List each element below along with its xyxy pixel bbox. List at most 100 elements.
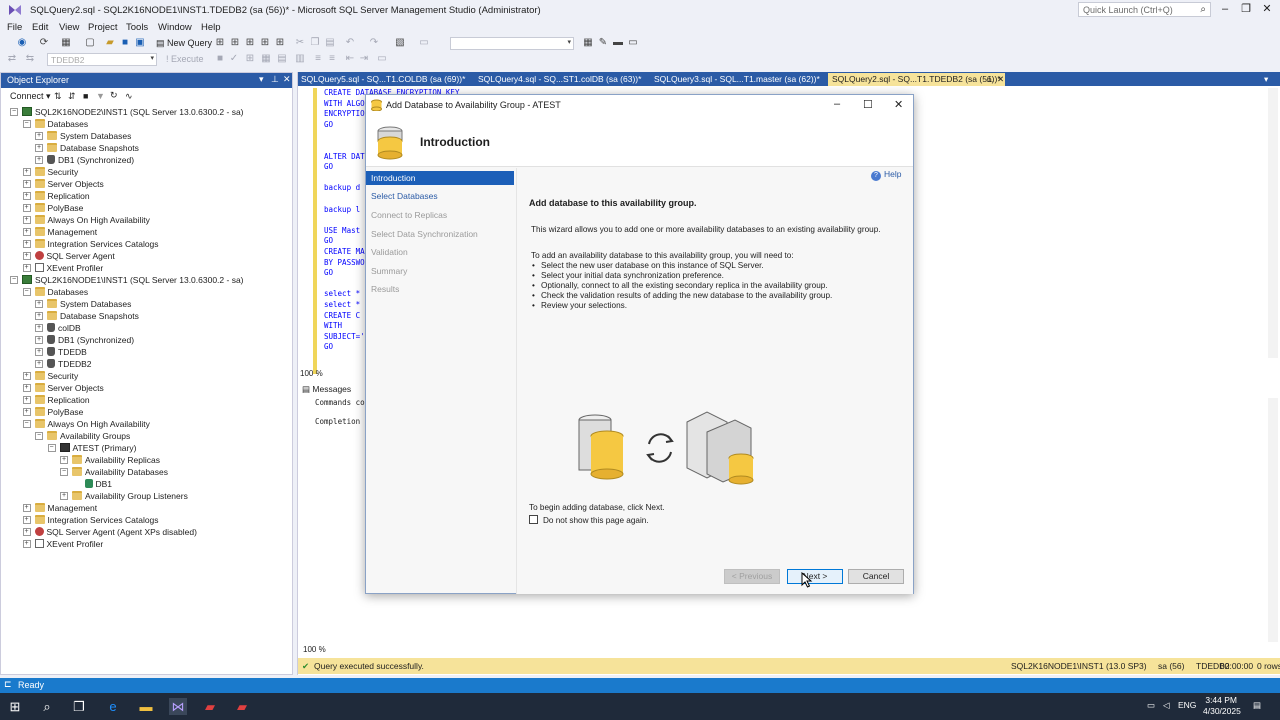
editor-scrollbar[interactable]	[1268, 88, 1278, 358]
available-databases-combo[interactable]: TDEDB2 ▾	[47, 53, 157, 66]
display-plan-icon[interactable]: ⊞	[244, 53, 256, 65]
tree-node[interactable]: + Server Objects	[22, 382, 104, 394]
collapse-icon[interactable]: −	[47, 443, 56, 452]
tree-node[interactable]: + System Databases	[35, 130, 131, 142]
menu-project[interactable]: Project	[88, 22, 118, 33]
expand-icon[interactable]: +	[35, 143, 43, 152]
tree-node[interactable]: + Replication	[22, 190, 90, 202]
tree-node[interactable]: − SQL2K16NODE2\INST1 (SQL Server 13.0.630…	[10, 106, 244, 118]
query-icon-1[interactable]: ⊞	[214, 37, 226, 49]
expand-icon[interactable]: +	[35, 359, 43, 368]
expand-icon[interactable]: +	[22, 395, 31, 404]
save-all-icon[interactable]: ▣	[134, 37, 146, 49]
messages-scrollbar[interactable]	[1268, 398, 1278, 642]
back-icon[interactable]: ◉	[16, 37, 28, 49]
volume-icon[interactable]: ◁	[1163, 700, 1170, 711]
expand-icon[interactable]: +	[35, 323, 43, 332]
open-file-icon[interactable]: ▰	[104, 37, 116, 49]
tree-node[interactable]: DB1	[73, 478, 112, 490]
new-query-button[interactable]: ▤ New Query	[156, 38, 212, 49]
tree-node[interactable]: + DB1 (Synchronized)	[35, 334, 134, 346]
expand-icon[interactable]: +	[22, 263, 31, 272]
cut-icon[interactable]: ✂	[294, 37, 306, 49]
tree-node[interactable]: + PolyBase	[22, 202, 83, 214]
disconnect-icon[interactable]: ⇵	[68, 91, 76, 102]
wrench-icon[interactable]: ✎	[597, 37, 609, 49]
connect-icon[interactable]: ⇄	[6, 53, 18, 65]
checkbox-box[interactable]	[529, 515, 538, 525]
menu-help[interactable]: Help	[201, 22, 221, 33]
tree-node[interactable]: + SQL Server Agent	[22, 250, 115, 262]
expand-icon[interactable]: +	[35, 335, 43, 344]
collapse-icon[interactable]: −	[60, 467, 68, 476]
expand-icon[interactable]: +	[22, 215, 31, 224]
quick-launch-input[interactable]: Quick Launch (Ctrl+Q) ⌕	[1078, 2, 1211, 17]
expand-icon[interactable]: +	[60, 455, 68, 464]
dialog-maximize-button[interactable]: ☐	[863, 98, 873, 111]
toolbox-icon[interactable]: ▬	[612, 37, 624, 49]
menu-window[interactable]: Window	[158, 22, 192, 33]
expand-icon[interactable]: +	[22, 179, 31, 188]
pin-icon[interactable]: ⊥	[271, 74, 279, 85]
indent-icon[interactable]: ⇥	[358, 53, 370, 65]
next-button[interactable]: Next >	[787, 569, 843, 584]
tree-node[interactable]: + Management	[22, 226, 97, 238]
expand-icon[interactable]: +	[35, 311, 43, 320]
redo-icon[interactable]: ↷	[368, 37, 380, 49]
tree-node[interactable]: + Always On High Availability	[22, 214, 150, 226]
dialog-close-button[interactable]: ✕	[894, 98, 903, 111]
tree-node[interactable]: + Server Objects	[22, 178, 104, 190]
uncomment-icon[interactable]: ≡	[326, 53, 338, 65]
taskbar-language[interactable]: ENG	[1178, 700, 1196, 710]
step-select-databases[interactable]: Select Databases	[366, 189, 514, 203]
outdent-icon[interactable]: ⇤	[344, 53, 356, 65]
tab-pin-icon[interactable]: ⊥	[986, 74, 993, 85]
expand-icon[interactable]: +	[22, 227, 31, 236]
tree-node[interactable]: + Security	[22, 166, 78, 178]
results-text-icon[interactable]: ▤	[276, 53, 288, 65]
tab-sqlquery3[interactable]: SQLQuery3.sql - SQL...T1.master (sa (62)…	[654, 74, 820, 84]
zoom-level-top[interactable]: 100 %	[300, 369, 323, 378]
tree-node[interactable]: − Databases	[22, 118, 88, 130]
tree-node[interactable]: − Always On High Availability	[22, 418, 150, 430]
edge-icon[interactable]: e	[104, 698, 122, 715]
collapse-icon[interactable]: −	[22, 419, 31, 428]
expand-icon[interactable]: +	[22, 191, 31, 200]
collapse-icon[interactable]: −	[10, 275, 18, 284]
filter-icon[interactable]: ▼	[96, 91, 105, 101]
cancel-button[interactable]: Cancel	[848, 569, 904, 584]
find-icon[interactable]: ▭	[418, 37, 430, 49]
tab-overflow-icon[interactable]: ▾	[1264, 74, 1268, 85]
tree-node[interactable]: − ATEST (Primary)	[47, 442, 136, 454]
network-icon[interactable]: ▭	[1147, 700, 1155, 711]
menu-tools[interactable]: Tools	[126, 22, 148, 33]
tree-node[interactable]: + System Databases	[35, 298, 131, 310]
tree-node[interactable]: + Availability Group Listeners	[60, 490, 188, 502]
debug-icon[interactable]: ▧	[394, 37, 406, 49]
expand-icon[interactable]: +	[22, 539, 31, 548]
notifications-icon[interactable]: ▤	[1253, 700, 1261, 711]
tree-node[interactable]: − Databases	[22, 286, 88, 298]
help-link[interactable]: ? Help	[871, 169, 901, 181]
new-project-icon[interactable]: ▦	[60, 37, 72, 49]
specify-values-icon[interactable]: ▭	[376, 53, 388, 65]
results-grid-icon[interactable]: ▦	[260, 53, 272, 65]
search-icon[interactable]: ⌕	[38, 698, 56, 715]
tree-node[interactable]: + Database Snapshots	[35, 310, 139, 322]
tree-node[interactable]: + Integration Services Catalogs	[22, 238, 159, 250]
comment-icon[interactable]: ≡	[312, 53, 324, 65]
maximize-button[interactable]: ❐	[1237, 3, 1255, 17]
tree-node[interactable]: + Replication	[22, 394, 90, 406]
tree-node[interactable]: − Availability Databases	[60, 466, 168, 478]
tree-node[interactable]: + Integration Services Catalogs	[22, 514, 159, 526]
collapse-icon[interactable]: −	[35, 431, 43, 440]
parse-icon[interactable]: ✓	[228, 53, 240, 65]
expand-icon[interactable]: +	[22, 251, 31, 260]
taskbar-clock[interactable]: 3:44 PM 4/30/2025	[1203, 695, 1241, 717]
menu-edit[interactable]: Edit	[32, 22, 48, 33]
task-view-icon[interactable]: ❐	[70, 698, 88, 715]
connect-object-icon[interactable]: ⇅	[54, 91, 62, 102]
properties-icon[interactable]: ▦	[582, 37, 594, 49]
tab-sqlquery4[interactable]: SQLQuery4.sql - SQ...ST1.colDB (sa (63))…	[478, 74, 641, 84]
tab-close-icon[interactable]: ✕	[997, 74, 1004, 85]
